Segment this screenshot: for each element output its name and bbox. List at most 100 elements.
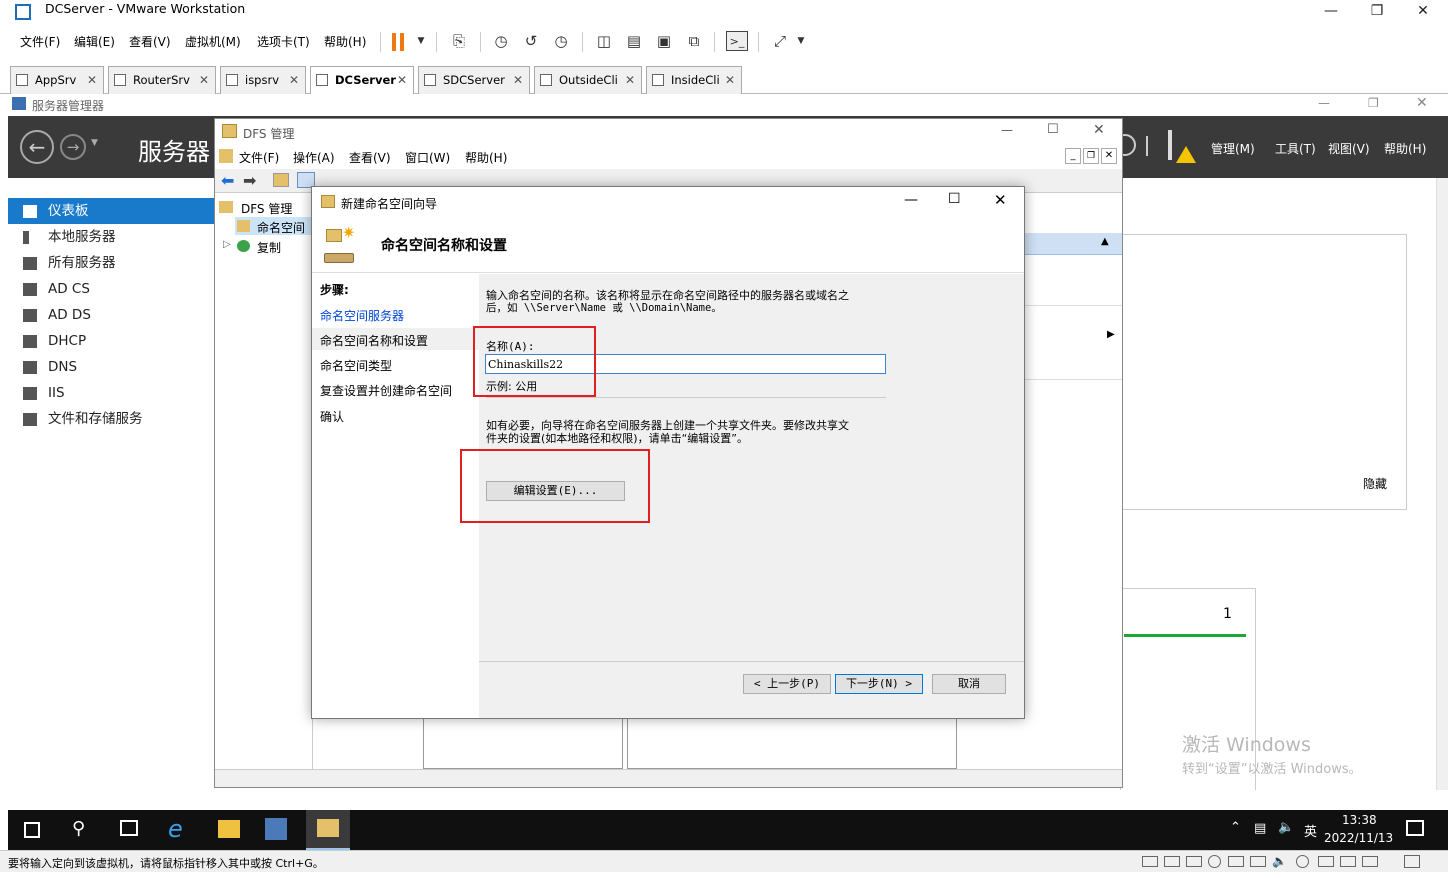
thumbnail-view-icon[interactable]: ▤ (623, 31, 645, 51)
revert-snapshot-icon[interactable]: ↺ (520, 31, 542, 51)
vm-tab-routersrv[interactable]: RouterSrv ✕ (108, 66, 216, 94)
maximize-button[interactable]: ❐ (1354, 0, 1400, 28)
back-arrow-icon[interactable]: ← (20, 130, 54, 164)
wizard-close-button[interactable]: ✕ (994, 191, 1007, 209)
usb-icon[interactable] (1296, 855, 1309, 868)
ime-indicator[interactable]: 英 (1304, 821, 1317, 840)
expand-arrow-icon[interactable]: ▶ (1107, 329, 1115, 340)
step-namespace-server[interactable]: 命名空间服务器 (320, 307, 404, 324)
close-tab-icon[interactable]: ✕ (199, 67, 209, 93)
wizard-minimize-button[interactable]: — (904, 192, 918, 208)
menu-manage[interactable]: 管理(M) (1211, 140, 1255, 157)
cd-icon[interactable] (1208, 855, 1221, 868)
nav-item-file-storage[interactable]: 文件和存储服务 (8, 406, 214, 432)
menu-file[interactable]: 文件(F) (20, 33, 60, 50)
vm-tab-sdcserver[interactable]: SDCServer ✕ (418, 66, 530, 94)
wizard-maximize-button[interactable]: ☐ (948, 191, 961, 207)
close-tab-icon[interactable]: ✕ (397, 67, 407, 93)
close-tab-icon[interactable]: ✕ (513, 67, 523, 93)
mdi-close-button[interactable]: ✕ (1101, 148, 1117, 164)
up-folder-icon[interactable] (273, 173, 289, 187)
snapshot-manager-icon[interactable]: ◷ (550, 31, 572, 51)
task-view-icon[interactable] (120, 820, 138, 836)
sm-close-button[interactable]: ✕ (1416, 95, 1428, 111)
back-icon[interactable]: ⬅ (221, 171, 234, 190)
nav-history-dropdown-icon[interactable]: ▼ (91, 138, 98, 148)
dfs-menu-action[interactable]: 操作(A) (293, 149, 335, 166)
nav-item-dhcp[interactable]: DHCP (8, 328, 214, 354)
hide-link[interactable]: 隐藏 (1363, 475, 1387, 492)
send-keys-icon[interactable]: ⎘ (448, 31, 470, 51)
forward-arrow-icon[interactable]: → (60, 134, 86, 160)
unity-icon[interactable]: ⧉ (683, 31, 705, 51)
dfs-menu-view[interactable]: 查看(V) (349, 149, 391, 166)
display-icon[interactable] (1362, 856, 1378, 867)
sidebar-view-icon[interactable]: ◫ (593, 31, 615, 51)
dfs-menu-help[interactable]: 帮助(H) (465, 149, 507, 166)
tray-chevron-icon[interactable]: ⌃ (1230, 820, 1241, 835)
nav-item-all-servers[interactable]: 所有服务器 (8, 250, 214, 276)
network-adapter-icon[interactable] (1228, 856, 1244, 867)
dfs-menu-file[interactable]: 文件(F) (239, 149, 279, 166)
notifications-icon[interactable] (1406, 820, 1424, 836)
tree-item-namespaces[interactable]: 命名空间 (235, 217, 313, 235)
hdd-icon[interactable] (1164, 856, 1180, 867)
close-tab-icon[interactable]: ✕ (625, 67, 635, 93)
pause-icon[interactable] (392, 33, 404, 51)
display-icon[interactable] (1340, 856, 1356, 867)
hdd-icon[interactable] (1186, 856, 1202, 867)
dfs-minimize-button[interactable]: — (1001, 123, 1013, 137)
nav-item-ad-cs[interactable]: AD CS (8, 276, 214, 302)
minimize-button[interactable]: — (1308, 0, 1354, 28)
cancel-button[interactable]: 取消 (932, 674, 1006, 694)
mdi-restore-button[interactable]: ❐ (1083, 148, 1099, 164)
clock-time[interactable]: 13:38 (1342, 813, 1377, 827)
scrollbar[interactable] (1436, 178, 1448, 810)
menu-view[interactable]: 查看(V) (129, 33, 171, 50)
nav-item-dns[interactable]: DNS (8, 354, 214, 380)
collapse-icon[interactable]: ▲ (1101, 236, 1109, 247)
stretch-icon[interactable]: ⤢ (769, 31, 791, 51)
forward-icon[interactable]: ➡ (243, 171, 256, 190)
menu-view[interactable]: 视图(V) (1328, 140, 1370, 157)
vm-tab-insidecli[interactable]: InsideCli ✕ (646, 66, 742, 94)
dfs-close-button[interactable]: ✕ (1093, 122, 1105, 138)
search-icon[interactable]: ⚲ (72, 818, 85, 839)
dfs-menu-window[interactable]: 窗口(W) (405, 149, 450, 166)
menu-tools[interactable]: 工具(T) (1275, 140, 1316, 157)
notifications-flag-icon[interactable] (1168, 130, 1172, 160)
ie-icon[interactable]: e (168, 815, 183, 843)
close-tab-icon[interactable]: ✕ (87, 67, 97, 93)
next-button[interactable]: 下一步(N) > (835, 674, 923, 694)
mdi-minimize-button[interactable]: _ (1065, 148, 1081, 164)
menu-edit[interactable]: 编辑(E) (74, 33, 115, 50)
menu-vm[interactable]: 虚拟机(M) (185, 33, 241, 50)
sm-minimize-button[interactable]: — (1318, 96, 1330, 110)
server-manager-task-icon[interactable] (265, 818, 287, 840)
sm-restore-button[interactable]: ❐ (1368, 96, 1379, 110)
stretch-dropdown-icon[interactable]: ▼ (790, 31, 812, 51)
hdd-icon[interactable] (1142, 856, 1158, 867)
vm-tab-dcserver[interactable]: DCServer ✕ (310, 66, 414, 95)
nav-item-local-server[interactable]: 本地服务器 (8, 224, 214, 250)
nav-item-dashboard[interactable]: 仪表板 (8, 198, 214, 224)
back-button[interactable]: < 上一步(P) (743, 674, 831, 694)
network-icon[interactable]: ▤ (1254, 821, 1266, 836)
dfs-task-icon[interactable] (306, 810, 350, 850)
display-icon[interactable] (1318, 856, 1334, 867)
nav-item-ad-ds[interactable]: AD DS (8, 302, 214, 328)
network-adapter-icon[interactable] (1250, 856, 1266, 867)
start-icon[interactable] (24, 822, 40, 838)
close-tab-icon[interactable]: ✕ (725, 67, 735, 93)
message-icon[interactable] (1404, 855, 1420, 868)
nav-item-iis[interactable]: IIS (8, 380, 214, 406)
menu-help[interactable]: 帮助(H) (1384, 140, 1426, 157)
vm-tab-appsrv[interactable]: AppSrv ✕ (10, 66, 104, 94)
tree-expand-icon[interactable]: ▷ (223, 239, 231, 250)
pause-dropdown-icon[interactable]: ▼ (410, 31, 432, 51)
clock-date[interactable]: 2022/11/13 (1324, 831, 1393, 845)
dfs-maximize-button[interactable]: ☐ (1047, 122, 1059, 137)
vm-tab-ispsrv[interactable]: ispsrv ✕ (220, 66, 306, 94)
volume-muted-icon[interactable]: 🔈 (1278, 820, 1294, 835)
snapshot-icon[interactable]: ◷ (490, 31, 512, 51)
